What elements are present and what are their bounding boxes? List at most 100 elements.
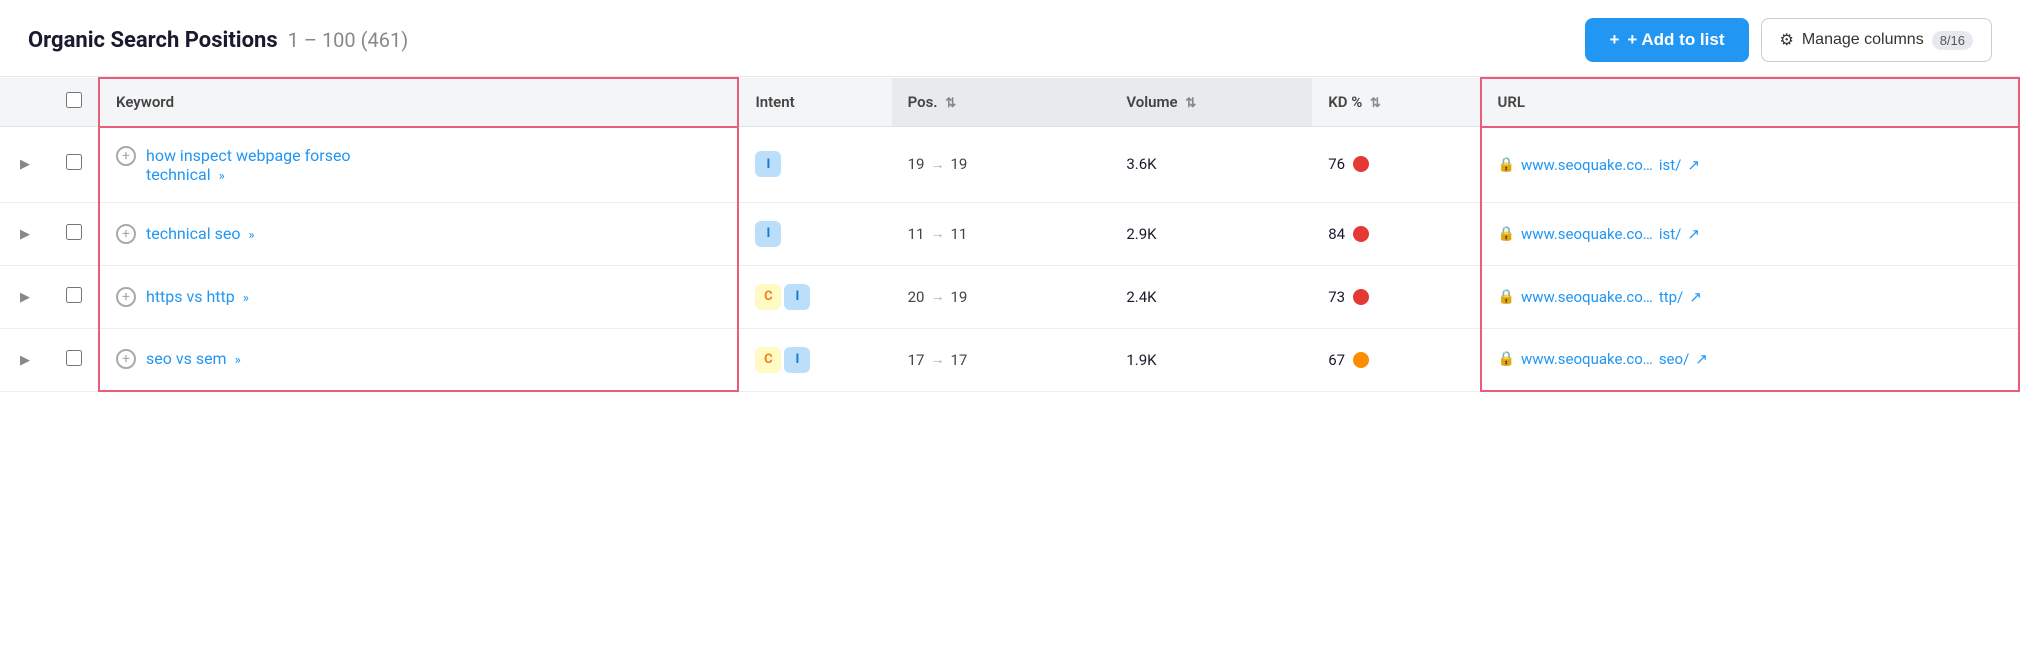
results-table: Keyword Intent Pos. ⇅ Volume ⇅ KD % ⇅ bbox=[0, 77, 2020, 392]
url-link[interactable]: www.seoquake.co… bbox=[1521, 225, 1653, 243]
col-header-expander bbox=[0, 78, 50, 127]
header-left: Organic Search Positions 1 – 100 (461) bbox=[28, 28, 408, 53]
arrow-icon: → bbox=[930, 225, 944, 242]
intent-badge-i: I bbox=[784, 284, 810, 310]
intent-cell: CI bbox=[738, 265, 891, 328]
add-keyword-icon[interactable]: + bbox=[116, 224, 136, 244]
gear-icon: ⚙ bbox=[1780, 30, 1794, 50]
keyword-link[interactable]: seo vs sem » bbox=[146, 349, 241, 368]
pos-to: 19 bbox=[950, 155, 967, 173]
pos-from: 19 bbox=[908, 155, 925, 173]
keyword-link[interactable]: technical seo » bbox=[146, 224, 255, 243]
col-header-keyword: Keyword bbox=[99, 78, 738, 127]
pos-cell: 20→19 bbox=[892, 265, 1111, 328]
intent-badge-c: C bbox=[755, 347, 781, 373]
col-header-intent: Intent bbox=[738, 78, 891, 127]
pos-from: 11 bbox=[908, 225, 925, 243]
keyword-cell: + https vs http » bbox=[99, 265, 738, 328]
kd-dot bbox=[1353, 226, 1369, 242]
external-link-icon[interactable]: ↗ bbox=[1695, 350, 1708, 368]
volume-cell: 1.9K bbox=[1110, 328, 1312, 391]
arrow-icon: → bbox=[930, 288, 944, 305]
volume-value: 1.9K bbox=[1126, 351, 1156, 369]
url-cell: 🔒 www.seoquake.co… ttp/ ↗ bbox=[1481, 265, 2020, 328]
select-all-checkbox[interactable] bbox=[66, 92, 82, 108]
kd-dot bbox=[1353, 352, 1369, 368]
table-header-row: Keyword Intent Pos. ⇅ Volume ⇅ KD % ⇅ bbox=[0, 78, 2019, 127]
kd-dot bbox=[1353, 289, 1369, 305]
intent-cell: CI bbox=[738, 328, 891, 391]
row-checkbox[interactable] bbox=[66, 154, 82, 170]
keyword-link[interactable]: https vs http » bbox=[146, 287, 249, 306]
pos-cell: 11→11 bbox=[892, 202, 1111, 265]
volume-value: 2.9K bbox=[1126, 225, 1156, 243]
url-suffix: ist/ bbox=[1659, 225, 1682, 243]
manage-columns-label: Manage columns bbox=[1802, 31, 1924, 49]
row-expander[interactable]: ▶ bbox=[0, 127, 50, 203]
expand-button[interactable]: ▶ bbox=[16, 224, 34, 244]
row-expander[interactable]: ▶ bbox=[0, 328, 50, 391]
col-header-pos[interactable]: Pos. ⇅ bbox=[892, 78, 1111, 127]
url-suffix: seo/ bbox=[1659, 350, 1689, 368]
arrow-icon: → bbox=[930, 351, 944, 368]
intent-badge-i: I bbox=[755, 151, 781, 177]
table-row: ▶ + https vs http » CI20→192.4K73 🔒 www.… bbox=[0, 265, 2019, 328]
page-range: 1 – 100 (461) bbox=[288, 28, 409, 52]
expand-button[interactable]: ▶ bbox=[16, 287, 34, 307]
url-cell: 🔒 www.seoquake.co… ist/ ↗ bbox=[1481, 202, 2020, 265]
pos-sort-icon: ⇅ bbox=[945, 96, 956, 111]
chevron-icon: » bbox=[219, 169, 225, 184]
header: Organic Search Positions 1 – 100 (461) +… bbox=[0, 0, 2020, 77]
volume-cell: 2.4K bbox=[1110, 265, 1312, 328]
url-cell: 🔒 www.seoquake.co… ist/ ↗ bbox=[1481, 127, 2020, 203]
url-link[interactable]: www.seoquake.co… bbox=[1521, 288, 1653, 306]
keyword-cell: + seo vs sem » bbox=[99, 328, 738, 391]
kd-value: 76 bbox=[1328, 155, 1345, 173]
row-checkbox-cell[interactable] bbox=[50, 127, 99, 203]
row-checkbox[interactable] bbox=[66, 287, 82, 303]
lock-icon: 🔒 bbox=[1498, 351, 1515, 367]
keyword-cell: + technical seo » bbox=[99, 202, 738, 265]
pos-to: 19 bbox=[950, 288, 967, 306]
page-title: Organic Search Positions bbox=[28, 28, 278, 53]
row-checkbox-cell[interactable] bbox=[50, 265, 99, 328]
intent-badge-i: I bbox=[784, 347, 810, 373]
add-keyword-icon[interactable]: + bbox=[116, 349, 136, 369]
intent-cell: I bbox=[738, 202, 891, 265]
row-checkbox[interactable] bbox=[66, 224, 82, 240]
col-header-kd[interactable]: KD % ⇅ bbox=[1312, 78, 1480, 127]
chevron-icon: » bbox=[243, 291, 249, 306]
table-row: ▶ + how inspect webpage forseotechnical … bbox=[0, 127, 2019, 203]
url-suffix: ttp/ bbox=[1659, 288, 1683, 306]
add-keyword-icon[interactable]: + bbox=[116, 146, 136, 166]
col-header-checkbox[interactable] bbox=[50, 78, 99, 127]
add-to-list-button[interactable]: + + Add to list bbox=[1585, 18, 1748, 62]
intent-badge-c: C bbox=[755, 284, 781, 310]
row-checkbox-cell[interactable] bbox=[50, 328, 99, 391]
kd-value: 73 bbox=[1328, 288, 1345, 306]
row-expander[interactable]: ▶ bbox=[0, 202, 50, 265]
external-link-icon[interactable]: ↗ bbox=[1687, 225, 1700, 243]
row-expander[interactable]: ▶ bbox=[0, 265, 50, 328]
volume-sort-icon: ⇅ bbox=[1185, 96, 1196, 111]
table-row: ▶ + seo vs sem » CI17→171.9K67 🔒 www.seo… bbox=[0, 328, 2019, 391]
external-link-icon[interactable]: ↗ bbox=[1689, 288, 1702, 306]
keyword-cell-content: + technical seo » bbox=[116, 224, 721, 244]
kd-value: 67 bbox=[1328, 351, 1345, 369]
keyword-cell: + how inspect webpage forseotechnical » bbox=[99, 127, 738, 203]
expand-button[interactable]: ▶ bbox=[16, 350, 34, 370]
external-link-icon[interactable]: ↗ bbox=[1687, 156, 1700, 174]
row-checkbox-cell[interactable] bbox=[50, 202, 99, 265]
expand-button[interactable]: ▶ bbox=[16, 154, 34, 174]
keyword-link[interactable]: how inspect webpage forseotechnical » bbox=[146, 146, 351, 184]
add-keyword-icon[interactable]: + bbox=[116, 287, 136, 307]
url-link[interactable]: www.seoquake.co… bbox=[1521, 350, 1653, 368]
row-checkbox[interactable] bbox=[66, 350, 82, 366]
manage-columns-button[interactable]: ⚙ Manage columns 8/16 bbox=[1761, 18, 1993, 62]
url-cell: 🔒 www.seoquake.co… seo/ ↗ bbox=[1481, 328, 2020, 391]
kd-cell: 73 bbox=[1312, 265, 1480, 328]
lock-icon: 🔒 bbox=[1498, 289, 1515, 305]
url-link[interactable]: www.seoquake.co… bbox=[1521, 156, 1653, 174]
col-header-volume[interactable]: Volume ⇅ bbox=[1110, 78, 1312, 127]
url-suffix: ist/ bbox=[1659, 156, 1682, 174]
